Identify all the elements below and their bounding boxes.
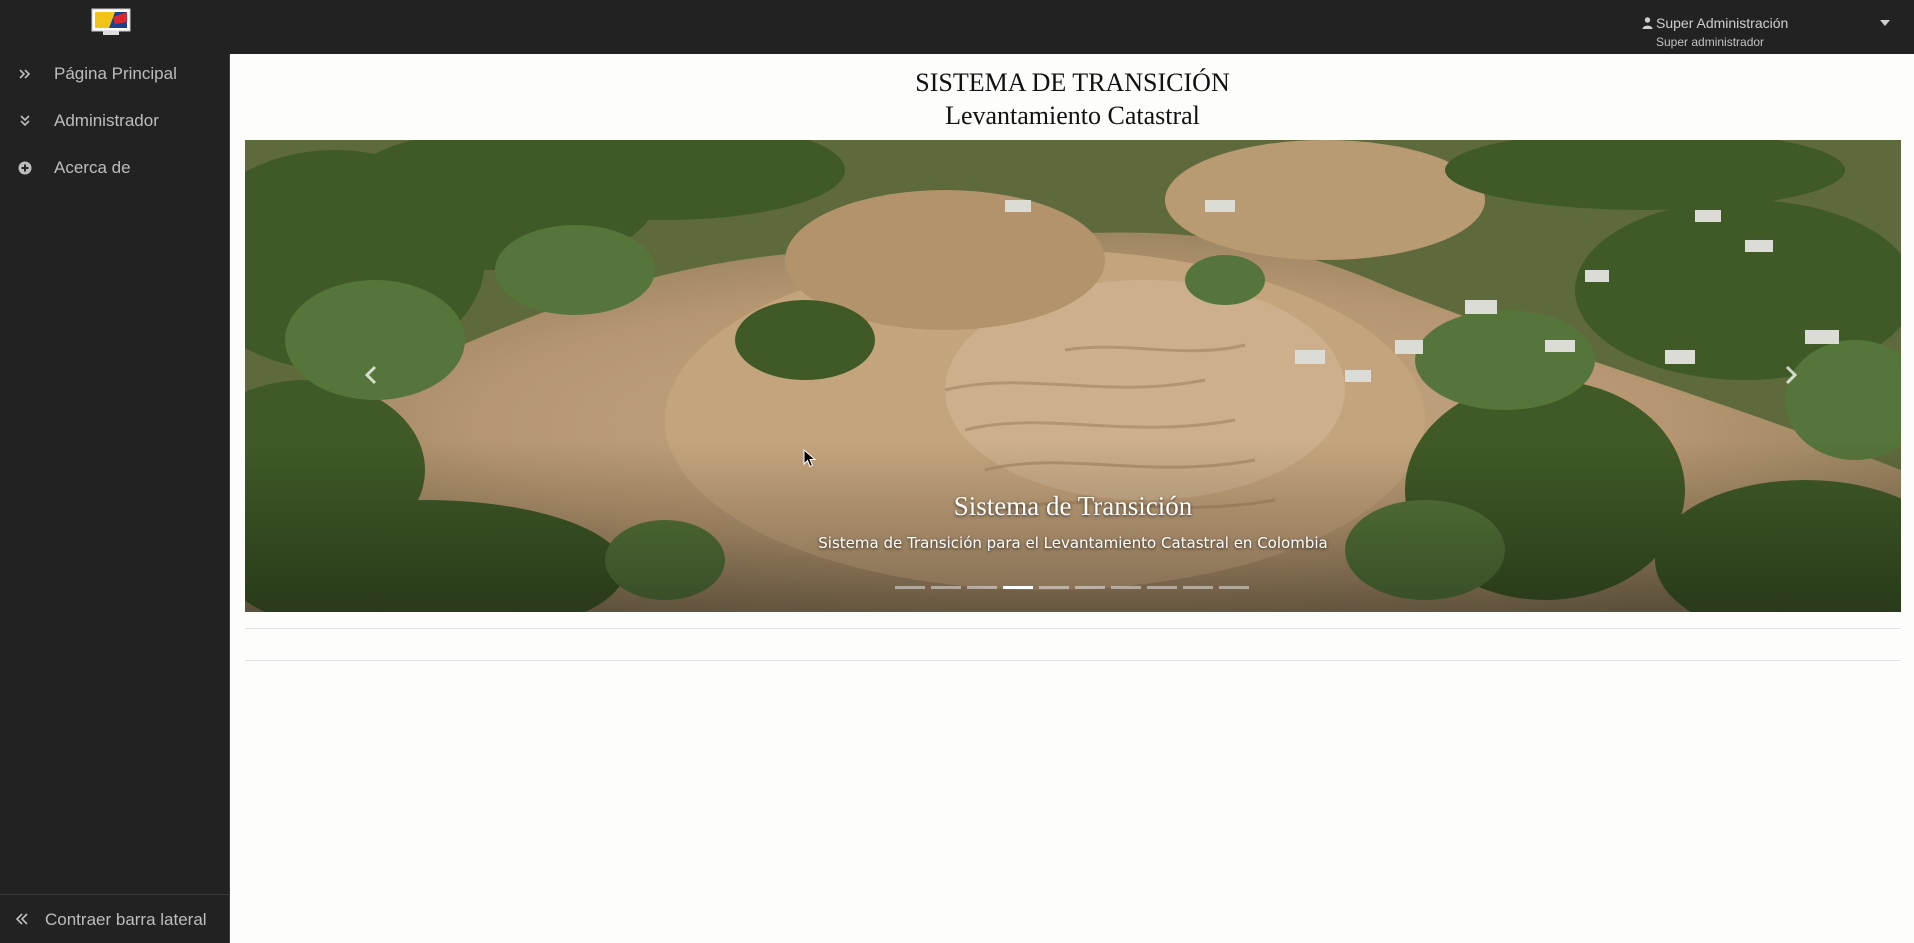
collapse-sidebar-label: Contraer barra lateral: [45, 910, 207, 929]
sidebar-item-acerca-de[interactable]: Acerca de: [0, 149, 230, 189]
user-icon: [1642, 17, 1653, 29]
carousel-next-button[interactable]: [1771, 355, 1811, 395]
sidebar-item-label: Acerca de: [54, 158, 131, 177]
user-menu[interactable]: Super Administración Super administrador: [1640, 14, 1900, 50]
app-logo[interactable]: [91, 8, 131, 36]
mouse-cursor-icon: [803, 449, 817, 468]
sidebar-item-pagina-principal[interactable]: Página Principal: [0, 55, 230, 95]
sidebar: Página Principal Administrador Acerca de…: [0, 54, 230, 943]
carousel-indicator[interactable]: [1111, 586, 1141, 589]
carousel-indicator[interactable]: [1003, 586, 1033, 589]
chevron-down-icon[interactable]: [1880, 20, 1890, 26]
carousel-indicator[interactable]: [967, 586, 997, 589]
carousel-prev-button[interactable]: [351, 355, 391, 395]
sidebar-item-label: Página Principal: [54, 64, 177, 83]
sidebar-item-administrador[interactable]: Administrador: [0, 102, 230, 142]
main-content: SISTEMA DE TRANSICIÓN Levantamiento Cata…: [231, 54, 1914, 943]
carousel-indicator[interactable]: [1219, 586, 1249, 589]
double-chevron-down-icon: [20, 115, 30, 127]
carousel-indicator[interactable]: [895, 586, 925, 589]
carousel-indicator[interactable]: [1183, 586, 1213, 589]
plus-circle-icon: [18, 161, 32, 175]
carousel-indicator[interactable]: [931, 586, 961, 589]
page-title: SISTEMA DE TRANSICIÓN: [915, 68, 1230, 97]
divider: [245, 628, 1901, 629]
carousel-indicator[interactable]: [1147, 586, 1177, 589]
top-navbar: Super Administración Super administrador: [0, 0, 1914, 54]
carousel-indicator[interactable]: [1075, 586, 1105, 589]
page-subtitle: Levantamiento Catastral: [945, 101, 1200, 130]
user-role: Super administrador: [1656, 35, 1765, 49]
carousel-caption-title: Sistema de Transición: [953, 491, 1193, 521]
divider: [245, 660, 1901, 661]
double-chevron-left-icon: [15, 913, 28, 925]
collapse-sidebar-button[interactable]: Contraer barra lateral: [0, 894, 230, 943]
image-carousel[interactable]: Sistema de Transición Sistema de Transic…: [245, 140, 1901, 612]
double-chevron-right-icon: [19, 69, 31, 79]
carousel-caption-text: Sistema de Transición para el Levantamie…: [818, 534, 1328, 552]
carousel-indicators: [895, 583, 1255, 593]
user-name: Super Administración: [1642, 15, 1788, 31]
carousel-indicator[interactable]: [1039, 586, 1069, 589]
sidebar-item-label: Administrador: [54, 111, 159, 130]
user-name-label: Super Administración: [1656, 15, 1789, 31]
